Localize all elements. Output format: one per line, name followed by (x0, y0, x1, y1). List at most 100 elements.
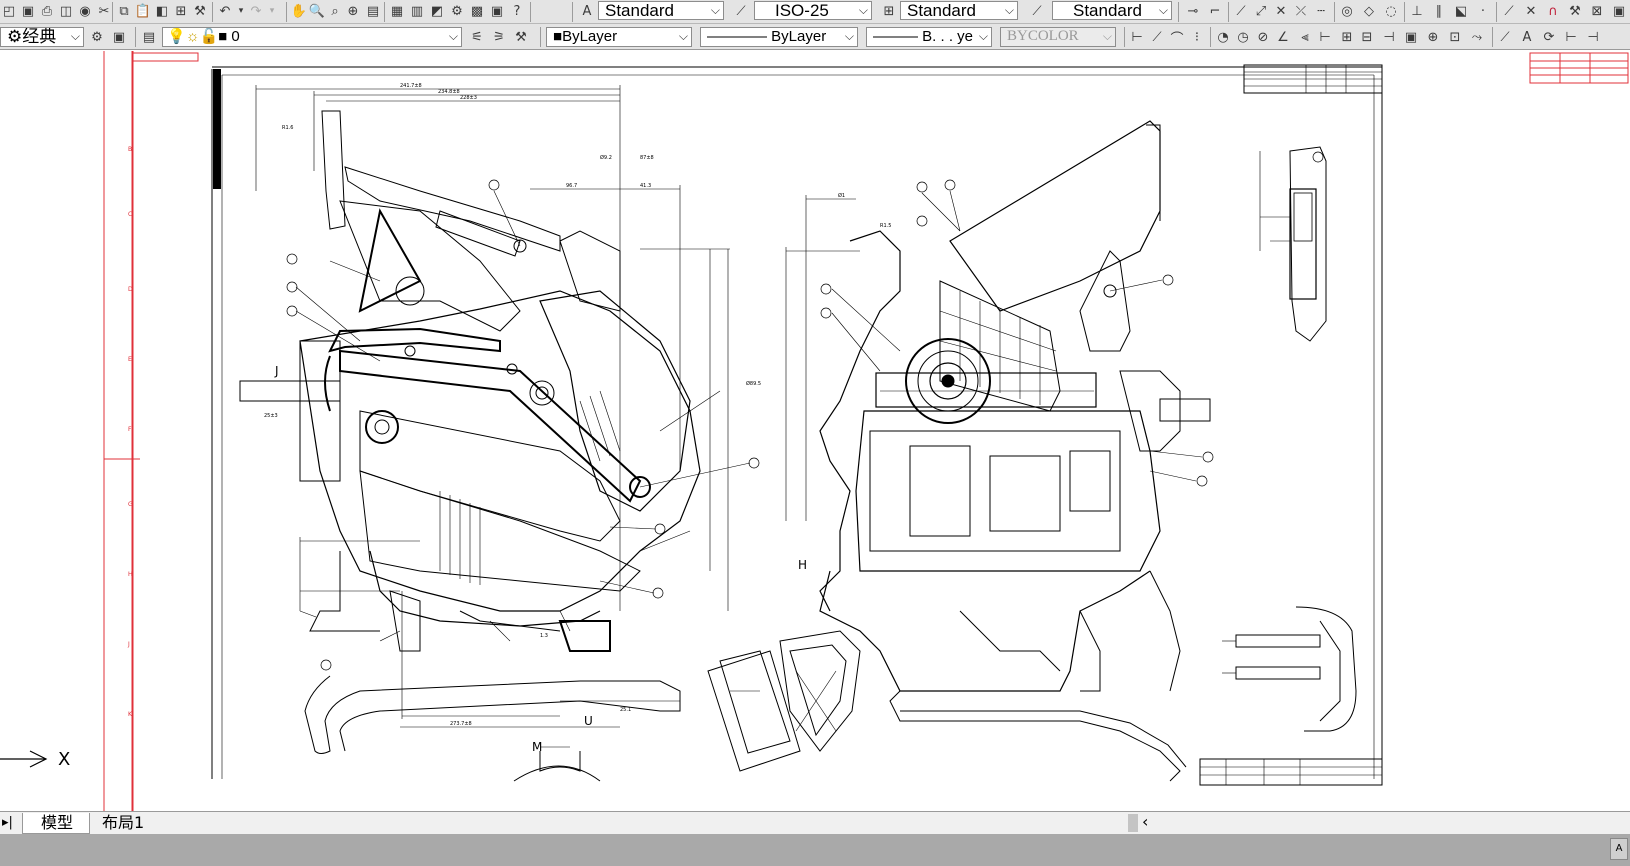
snap-more-icon[interactable]: ▣ (1610, 2, 1628, 20)
multileader-style-select[interactable]: Standard ⌵ (1052, 1, 1172, 20)
dim-angular-icon[interactable]: ∠ (1274, 28, 1292, 46)
dim-text: 96.7 (566, 183, 577, 189)
make-current-layer-icon[interactable]: ⚟ (468, 28, 486, 46)
dim-text: 25±3 (264, 413, 278, 419)
properties-icon[interactable]: ▤ (364, 2, 382, 20)
snap-nearest-icon[interactable]: ⟋ (1500, 2, 1518, 20)
block-editor-icon[interactable]: ⊞ (172, 2, 190, 20)
model-space-canvas[interactable]: BCD EFG HJK J M U H 241.7±8 234.8±8 228±… (0, 51, 1630, 811)
snap-none-icon[interactable]: ✕ (1522, 2, 1540, 20)
snap-intersection-icon[interactable]: ✕ (1272, 2, 1290, 20)
layer-select[interactable]: 💡☼🔓■ 0 ⌵ (162, 27, 462, 47)
save-icon[interactable]: ▣ (19, 2, 37, 20)
quickcalc-icon[interactable]: ▣ (488, 2, 506, 20)
snap-extra-icon[interactable]: ⊠ (1588, 2, 1606, 20)
design-center-icon[interactable]: ▦ (388, 2, 406, 20)
svg-text:F: F (128, 426, 132, 433)
dim-style-select[interactable]: ISO-25 ⌵ (754, 1, 872, 20)
center-mark-icon[interactable]: ⊕ (1424, 28, 1442, 46)
dim-edit-icon[interactable]: ⟋ (1496, 28, 1514, 46)
workspace-select[interactable]: ⚙经典 ⌵ (0, 27, 84, 47)
snap-perpendicular-icon[interactable]: ⊥ (1408, 2, 1426, 20)
open-icon[interactable]: ◰ (0, 2, 18, 20)
dim-ordinate-icon[interactable]: ⁝ (1188, 28, 1206, 46)
jogged-linear-icon[interactable]: ⤳ (1468, 28, 1486, 46)
dim-override-icon[interactable]: ⊣ (1584, 28, 1602, 46)
chevron-down-icon: ⌵ (70, 29, 80, 43)
copy-icon[interactable]: ⧉ (115, 2, 133, 20)
dim-text-edit-icon[interactable]: A (1518, 28, 1536, 46)
cut-icon[interactable]: ✂ (95, 2, 113, 20)
inspect-icon[interactable]: ⊡ (1446, 28, 1464, 46)
layer-properties-icon[interactable]: ▤ (140, 28, 158, 46)
snap-extension-icon[interactable]: ┄ (1312, 2, 1330, 20)
calculator-icon[interactable]: ▩ (468, 2, 486, 20)
dim-update-icon[interactable]: ⟳ (1540, 28, 1558, 46)
dim-radius-icon[interactable]: ◔ (1214, 28, 1232, 46)
linetype-select[interactable]: ———— ByLayer ⌵ (700, 27, 858, 47)
osnap-settings-icon[interactable]: ⚒ (1566, 2, 1584, 20)
customize-icon[interactable]: ▣ (110, 28, 128, 46)
color-select[interactable]: ■ByLayer ⌵ (546, 27, 692, 47)
snap-endpoint-icon[interactable]: ⟋ (1232, 2, 1250, 20)
table-style-select[interactable]: Standard ⌵ (900, 1, 1018, 20)
brush-icon[interactable]: ⚒ (191, 2, 209, 20)
magnet-icon[interactable]: ∩ (1544, 2, 1562, 20)
lineweight-select[interactable]: ——— B. . . ye ⌵ (866, 27, 992, 47)
dim-break-icon[interactable]: ⊣ (1380, 28, 1398, 46)
plotstyle-select[interactable]: BYCOLOR ⌵ (1000, 27, 1116, 47)
help-icon[interactable]: ? (508, 2, 526, 20)
svg-text:B: B (128, 146, 132, 153)
dim-baseline-icon[interactable]: ⊢ (1316, 28, 1334, 46)
tab-layout1[interactable]: 布局1 (92, 813, 158, 833)
snap-center-icon[interactable]: ◎ (1338, 2, 1356, 20)
tolerance-icon[interactable]: ▣ (1402, 28, 1420, 46)
label-m: M (532, 740, 542, 754)
preview-icon[interactable]: ◫ (57, 2, 75, 20)
horizontal-scrollbar-thumb[interactable] (1128, 814, 1138, 832)
tab-scroll-icon[interactable]: ▸| (2, 813, 13, 833)
polyline-icon[interactable]: ⌐ (1206, 2, 1224, 20)
workspace-settings-icon[interactable]: ⚙ (88, 28, 106, 46)
layer-previous-icon[interactable]: ⚞ (490, 28, 508, 46)
sheet-set-icon[interactable]: ◩ (428, 2, 446, 20)
zoom-previous-icon[interactable]: ⊕ (344, 2, 362, 20)
dim-diameter-icon[interactable]: ⊘ (1254, 28, 1272, 46)
snap-midpoint-icon[interactable]: ⤢ (1252, 2, 1270, 20)
dim-linear-icon[interactable]: ⊢ (1128, 28, 1146, 46)
dim-arc-icon[interactable]: ⌒ (1168, 28, 1186, 47)
snap-apparent-icon[interactable]: ⤫ (1292, 2, 1310, 20)
snap-insert-icon[interactable]: ⬕ (1452, 2, 1470, 20)
status-tray-icon[interactable]: A (1610, 838, 1628, 860)
print-icon[interactable]: ⎙ (38, 2, 56, 20)
pan-icon[interactable]: ✋ (290, 2, 308, 20)
dim-jogged-icon[interactable]: ◷ (1234, 28, 1252, 46)
markup-icon[interactable]: ⚙ (448, 2, 466, 20)
snap-parallel-icon[interactable]: ∥ (1430, 2, 1448, 20)
line-icon[interactable]: ⊸ (1184, 2, 1202, 20)
dim-aligned-icon[interactable]: ⟋ (1148, 28, 1166, 46)
match-properties-icon[interactable]: ◧ (153, 2, 171, 20)
text-style-icon[interactable]: A (578, 2, 596, 20)
cad-drawing[interactable]: BCD EFG HJK J M U H 241.7±8 234.8±8 228±… (0, 51, 1630, 811)
scroll-left-icon[interactable]: ‹ (1142, 812, 1148, 831)
tool-palettes-icon[interactable]: ▥ (408, 2, 426, 20)
snap-quadrant-icon[interactable]: ◇ (1360, 2, 1378, 20)
dim-quick-icon[interactable]: ⫷ (1296, 28, 1314, 46)
paste-icon[interactable]: 📋 (134, 2, 152, 20)
text-style-select[interactable]: Standard ⌵ (598, 1, 724, 20)
multileader-style-icon[interactable]: ⟋ (1028, 2, 1046, 20)
tab-model[interactable]: 模型 (22, 813, 91, 834)
publish-icon[interactable]: ◉ (76, 2, 94, 20)
zoom-window-icon[interactable]: ⌕ (326, 2, 344, 20)
dim-style-icon[interactable]: ⟋ (732, 2, 750, 20)
snap-tangent-icon[interactable]: ◌ (1382, 2, 1400, 20)
layer-state-icon[interactable]: ⚒ (512, 28, 530, 46)
dim-continue-icon[interactable]: ⊞ (1338, 28, 1356, 46)
zoom-realtime-icon[interactable]: 🔍 (308, 2, 326, 20)
snap-node-icon[interactable]: · (1474, 2, 1492, 20)
redo-dropdown-icon[interactable]: ▾ (263, 2, 281, 20)
dim-space-icon[interactable]: ⊟ (1358, 28, 1376, 46)
table-style-icon[interactable]: ⊞ (880, 2, 898, 20)
dim-style-manager-icon[interactable]: ⊢ (1562, 28, 1580, 46)
